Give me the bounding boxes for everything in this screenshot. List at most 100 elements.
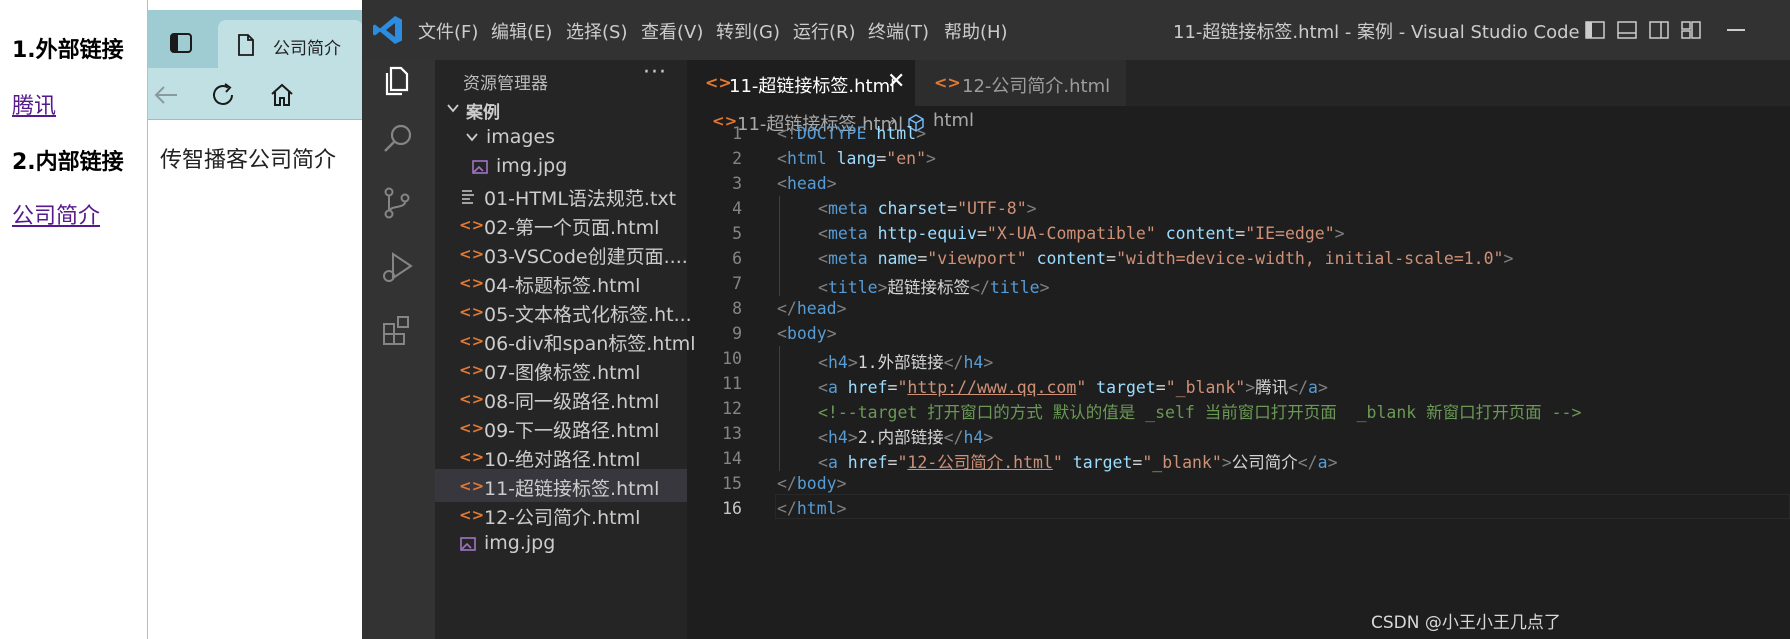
tab-actions-icon[interactable]	[168, 30, 194, 56]
token: a	[827, 453, 838, 472]
token: html	[786, 149, 827, 168]
menu-run[interactable]: 运行(R)	[793, 18, 856, 44]
token: "UTF-8"	[957, 199, 1027, 218]
token: "	[897, 453, 908, 472]
code-link-url[interactable]: http://www.qq.com	[907, 378, 1076, 397]
token: target	[1086, 378, 1156, 397]
menu-terminal[interactable]: 终端(T)	[868, 18, 929, 44]
token: <	[777, 324, 787, 343]
source-control-icon[interactable]	[377, 182, 419, 224]
html-file-icon: <>	[459, 448, 485, 466]
home-icon[interactable]	[267, 80, 297, 110]
browser-tab-company-intro[interactable]: 公司简介	[218, 20, 363, 68]
token: =	[1132, 453, 1143, 472]
token: >	[1327, 453, 1338, 472]
editor-tab-inactive[interactable]: <> 12-公司简介.html	[915, 60, 1126, 106]
search-icon[interactable]	[377, 118, 419, 160]
code-link-url[interactable]: 12-公司简介.html	[907, 453, 1052, 472]
code-line-16: </html>	[777, 499, 847, 518]
line-number: 8	[732, 299, 742, 318]
token: target	[1062, 453, 1133, 472]
code-line-10: <h4>1.外部链接</h4>	[818, 349, 993, 373]
token: >	[847, 428, 858, 447]
line-number: 9	[732, 324, 742, 343]
token: >	[1026, 199, 1037, 218]
code-line-14: <a href="12-公司简介.html" target="_blank">公…	[818, 449, 1338, 473]
token: >	[926, 149, 936, 168]
code-line-4: <meta charset="UTF-8">	[818, 199, 1037, 218]
token: "	[1052, 453, 1063, 472]
heading-internal-links: 2.内部链接	[12, 150, 124, 175]
line-number: 4	[732, 199, 742, 218]
code-line-13: <h4>2.内部链接</h4>	[818, 424, 993, 448]
vscode-window: 文件(F) 编辑(E) 选择(S) 查看(V) 转到(G) 运行(R) 终端(T…	[362, 0, 1790, 639]
title-bar: 文件(F) 编辑(E) 选择(S) 查看(V) 转到(G) 运行(R) 终端(T…	[362, 0, 1790, 60]
token: >	[983, 428, 994, 447]
line-number: 15	[722, 474, 742, 493]
refresh-icon[interactable]	[208, 80, 238, 110]
token: </	[943, 353, 964, 372]
token: </	[1288, 378, 1309, 397]
token: href	[837, 378, 888, 397]
token: "	[897, 378, 908, 397]
token: DOCTYPE	[796, 124, 867, 143]
close-icon[interactable]: ✕	[887, 69, 905, 94]
token: "en"	[886, 149, 927, 168]
link-company-intro[interactable]: 公司简介	[12, 198, 100, 230]
line-number-current: 16	[722, 499, 742, 518]
toggle-primary-sidebar-icon[interactable]	[1583, 18, 1607, 42]
token: >	[1503, 249, 1514, 268]
toggle-panel-icon[interactable]	[1615, 18, 1639, 42]
code-line-3: <head>	[777, 174, 837, 193]
extensions-icon[interactable]	[377, 310, 419, 352]
vscode-logo-icon	[373, 16, 402, 44]
menu-edit[interactable]: 编辑(E)	[491, 18, 552, 44]
menu-help[interactable]: 帮助(H)	[944, 18, 1008, 44]
minimize-icon[interactable]	[1727, 29, 1745, 31]
token: "viewport"	[927, 249, 1027, 268]
line-number: 6	[732, 249, 742, 268]
heading-external-links: 1.外部链接	[12, 38, 124, 63]
token: lang	[826, 149, 877, 168]
code-line-9: <body>	[777, 324, 837, 343]
html-file-icon: <>	[459, 303, 485, 321]
token: html	[796, 499, 837, 518]
customize-layout-icon[interactable]	[1679, 18, 1703, 42]
explorer-more-actions[interactable]: ···	[643, 60, 667, 85]
token: "_blank"	[1165, 378, 1246, 397]
token: >	[826, 174, 837, 193]
explorer-icon[interactable]	[377, 60, 419, 102]
code-editor[interactable]: 1 2 3 4 5 6 7 8 9 10 11 12 13 14 15 16 <…	[687, 124, 1790, 606]
menu-go[interactable]: 转到(G)	[716, 18, 780, 44]
code-line-7: <title>超链接标签</title>	[818, 274, 1050, 298]
browser-toolbar	[148, 68, 363, 120]
breadcrumb-element[interactable]: html	[933, 110, 974, 131]
editor-tab-active[interactable]: <> 11-超链接标签.html ✕	[687, 60, 915, 106]
tree-label: img.jpg	[484, 532, 556, 554]
indent-guide	[779, 196, 780, 296]
token: =	[887, 453, 898, 472]
toggle-secondary-sidebar-icon[interactable]	[1647, 18, 1671, 42]
tree-label: 03-VSCode创建页面....	[484, 246, 688, 268]
menu-view[interactable]: 查看(V)	[641, 18, 703, 44]
token: </	[1297, 453, 1318, 472]
tree-file-img-root[interactable]: img.jpg	[435, 527, 687, 560]
token: <	[777, 174, 787, 193]
editor-tab-label: 11-超链接标签.html	[729, 76, 896, 97]
html-file-icon: <>	[459, 361, 485, 379]
tree-label: 08-同一级路径.html	[484, 391, 660, 413]
token: >	[836, 499, 847, 518]
menu-file[interactable]: 文件(F)	[418, 18, 478, 44]
token: "	[1076, 378, 1087, 397]
back-icon[interactable]	[151, 80, 181, 110]
token: html	[876, 124, 917, 143]
line-number: 10	[722, 349, 742, 368]
token: title	[989, 278, 1040, 297]
run-debug-icon[interactable]	[377, 246, 419, 288]
token: <	[818, 249, 828, 268]
link-tencent[interactable]: 腾讯	[12, 88, 56, 120]
html-file-icon: <>	[459, 245, 485, 263]
menu-selection[interactable]: 选择(S)	[566, 18, 627, 44]
token: 腾讯	[1255, 378, 1289, 397]
token: <	[818, 224, 828, 243]
